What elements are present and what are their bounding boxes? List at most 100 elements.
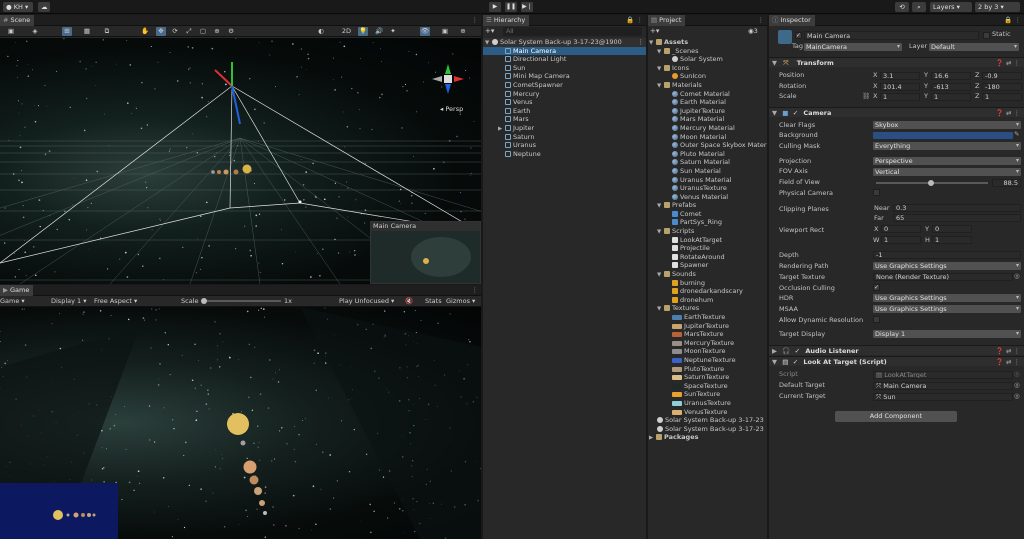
hierarchy-item[interactable]: Mars [483,115,646,124]
tag-dropdown[interactable]: MainCamera [804,43,902,51]
project-asset-row[interactable]: SpaceTexture [648,382,767,391]
scene-orientation-gizmo[interactable] [430,62,466,96]
project-asset-row[interactable]: EarthTexture [648,313,767,322]
projection-label[interactable]: ◂ Persp [440,105,463,113]
camera-header[interactable]: ▼ ■ ✓ Camera ❓ ⇄ ⋮ [769,107,1024,117]
expand-arrow-icon[interactable]: ▼ [657,65,664,73]
expand-arrow-icon[interactable]: ▼ [657,228,664,236]
object-name-field[interactable]: Main Camera [804,31,979,40]
clear-flags-dropdown[interactable]: Skybox [873,121,1021,129]
project-folder-row[interactable]: ▼ Sounds [648,270,767,279]
component-menu-icon[interactable]: ❓ ⇄ ⋮ [996,346,1020,356]
expand-arrow-icon[interactable]: ▼ [657,48,664,56]
mode-2d-toggle[interactable]: 2D [340,27,353,36]
position-x-field[interactable]: 3.1 [880,72,920,80]
game-panel-menu-icon[interactable]: ⋮ [472,286,479,294]
move-tool-icon[interactable]: ✥ [156,27,166,36]
project-asset-row[interactable]: NeptuneTexture [648,356,767,365]
project-asset-row[interactable]: LookAtTarget [648,236,767,245]
draw-mode-icon[interactable]: ▣ [6,27,16,36]
audio-listener-header[interactable]: ▶ 🎧 ✓ Audio Listener ❓ ⇄ ⋮ [769,345,1024,355]
hierarchy-item[interactable]: Earth [483,107,646,116]
rotation-x-field[interactable]: 101.4 [880,83,920,91]
step-button[interactable]: ▶❘ [521,2,533,12]
transform-header[interactable]: ▼ ⤧ Transform ❓ ⇄ ⋮ [769,57,1024,67]
background-color-field[interactable] [873,132,1013,139]
foldout-arrow-icon[interactable]: ▶ [772,347,777,355]
gizmos-dropdown[interactable]: Gizmos ▾ [446,297,475,305]
project-asset-row[interactable]: Mercury Material [648,124,767,133]
collapse-arrow-icon[interactable]: ▶ [649,434,656,442]
project-asset-row[interactable]: Spawner [648,261,767,270]
stats-toggle[interactable]: Stats [425,297,442,305]
viewport-x-field[interactable]: 0 [881,225,921,233]
dynamic-resolution-checkbox[interactable] [873,316,880,323]
hierarchy-item[interactable]: Venus [483,98,646,107]
project-asset-row[interactable]: PlutoTexture [648,365,767,374]
tab-inspector[interactable]: ⓘ Inspector [769,15,815,26]
project-asset-row[interactable]: JupiterTexture [648,107,767,116]
viewport-w-field[interactable]: 1 [881,236,921,244]
active-checkbox[interactable]: ✓ [795,32,802,39]
project-asset-row[interactable]: UranusTexture [648,399,767,408]
project-asset-row[interactable]: RotateAround [648,253,767,262]
inspector-menu-icon[interactable]: 🔒 ⋮ [1004,16,1021,24]
project-asset-row[interactable]: Projectile [648,244,767,253]
culling-mask-dropdown[interactable]: Everything [873,142,1021,150]
default-target-field[interactable]: ⤧ Main Camera [873,382,1013,390]
project-asset-row[interactable]: VenusTexture [648,408,767,417]
hierarchy-item[interactable]: Sun [483,64,646,73]
hierarchy-item[interactable]: CometSpawner [483,81,646,90]
project-asset-row[interactable]: Comet [648,210,767,219]
project-menu-icon[interactable]: ⋮ [758,16,765,24]
scale-tool-icon[interactable]: ⤢ [184,27,194,36]
project-folder-row[interactable]: ▼ Scripts [648,227,767,236]
expand-arrow-icon[interactable]: ▼ [657,271,664,279]
project-asset-row[interactable]: dronehum [648,296,767,305]
cloud-button[interactable]: ☁ [38,2,50,12]
mute-audio-icon[interactable]: 🔇 [405,297,413,305]
tab-hierarchy[interactable]: ☰ Hierarchy [483,15,530,26]
fov-slider[interactable] [876,180,988,186]
fov-axis-dropdown[interactable]: Vertical [873,168,1021,176]
hierarchy-item[interactable]: Neptune [483,150,646,159]
near-field[interactable]: 0.3 [893,204,1021,212]
physical-camera-checkbox[interactable] [873,189,880,196]
project-scene-row[interactable]: Solar System Back-up 3-17-23 [648,425,767,434]
tab-scene[interactable]: # Scene [0,15,35,26]
expand-arrow-icon[interactable]: ▼ [657,202,664,210]
component-menu-icon[interactable]: ❓ ⇄ ⋮ [996,108,1020,118]
project-asset-row[interactable]: Mars Material [648,115,767,124]
rotate-tool-icon[interactable]: ⟳ [170,27,180,36]
project-asset-row[interactable]: JupiterTexture [648,322,767,331]
project-asset-row[interactable]: dronedarkandscary [648,287,767,296]
project-asset-row[interactable]: Pluto Material [648,150,767,159]
add-component-button[interactable]: Add Component [835,411,957,422]
transform-tool-icon[interactable]: ⊕ [212,27,222,36]
current-target-field[interactable]: ⤧ Sun [873,393,1013,401]
hierarchy-search-input[interactable] [503,27,642,36]
layer-dropdown[interactable]: Default [929,43,1019,51]
effects-toggle-icon[interactable]: ✦ [388,27,398,36]
target-display-dropdown[interactable]: Display 1 [873,330,1021,338]
play-button[interactable]: ▶ [489,2,501,12]
project-asset-row[interactable]: Sun Material [648,167,767,176]
display-dropdown[interactable]: Display 1 ▾ [51,297,87,305]
scale-slider-handle[interactable] [201,298,207,304]
msaa-dropdown[interactable]: Use Graphics Settings [873,305,1021,313]
custom-tool-icon[interactable]: ⚙ [226,27,236,36]
hierarchy-menu-icon[interactable]: 🔒 ⋮ [626,16,643,24]
static-checkbox[interactable] [983,32,990,39]
gizmos-toggle-icon[interactable]: ⊕ [458,27,468,36]
game-viewport[interactable] [0,307,481,539]
hierarchy-item[interactable]: Mercury [483,90,646,99]
scale-slider[interactable] [201,298,281,304]
scene-viewport[interactable]: ◂ Persp Main Camera [0,38,481,284]
project-folder-row[interactable]: ▼ Icons [648,64,767,73]
hand-tool-icon[interactable]: ✋ [140,27,150,36]
depth-field[interactable]: -1 [873,251,1021,259]
project-folder-row[interactable]: ▼ Prefabs [648,201,767,210]
pivot-icon[interactable]: ⊞ [62,27,72,36]
project-asset-row[interactable]: MercuryTexture [648,339,767,348]
fov-value-field[interactable]: 88.5 [992,179,1021,187]
